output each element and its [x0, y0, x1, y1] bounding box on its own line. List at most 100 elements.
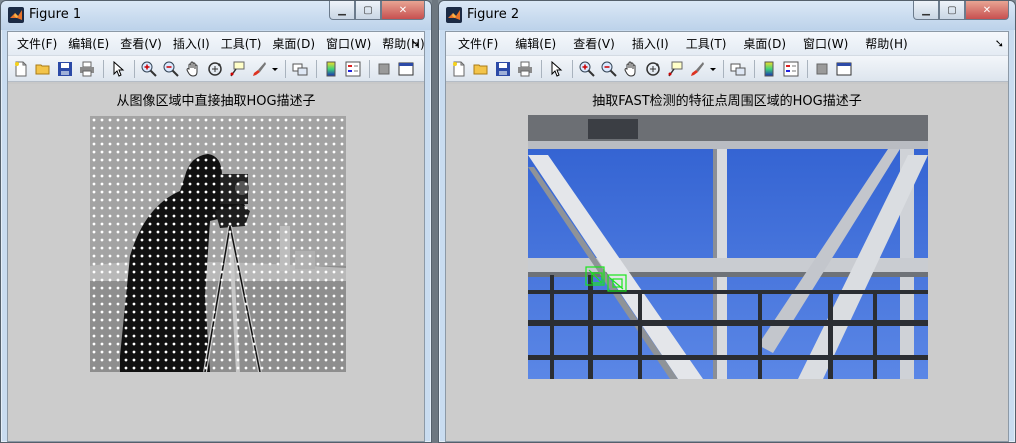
toolbar-separator [285, 59, 286, 78]
menu-desktop[interactable]: 桌面(D) [267, 35, 320, 52]
save-button[interactable] [493, 59, 513, 79]
minimize-button[interactable]: ▁ [329, 1, 355, 20]
show-plot-tools-icon [836, 62, 852, 75]
title-bar[interactable]: Figure 2 ▁ ▢ ✕ [439, 1, 1015, 30]
menu-insert[interactable]: 插入(I) [624, 35, 677, 52]
data-cursor-button[interactable] [665, 59, 685, 79]
colorbar-button[interactable] [321, 59, 341, 79]
legend-icon [345, 61, 361, 76]
menu-insert[interactable]: 插入(I) [168, 35, 215, 52]
legend-icon [783, 61, 799, 76]
bridge-fast-hog-image[interactable] [528, 115, 928, 379]
menu-window[interactable]: 窗口(W) [795, 35, 856, 52]
minimize-icon: ▁ [922, 4, 930, 16]
show-plot-tools-button[interactable] [834, 59, 854, 79]
brush-button[interactable] [687, 59, 707, 79]
pointer-button[interactable] [108, 59, 128, 79]
brush-icon [691, 61, 704, 76]
window-title: Figure 2 [467, 7, 520, 22]
zoom-in-icon [141, 61, 157, 77]
close-button[interactable]: ✕ [965, 1, 1009, 20]
maximize-button[interactable]: ▢ [939, 1, 965, 20]
zoom-out-button[interactable] [161, 59, 181, 79]
figure-canvas[interactable]: 从图像区域中直接抽取HOG描述子 [8, 84, 424, 441]
rotate-3d-icon [646, 61, 660, 76]
minimize-button[interactable]: ▁ [913, 1, 939, 20]
close-button[interactable]: ✕ [381, 1, 425, 20]
zoom-in-button[interactable] [577, 59, 597, 79]
toolbar-separator [572, 59, 573, 78]
open-file-icon [35, 64, 50, 74]
pan-button[interactable] [621, 59, 641, 79]
menu-view[interactable]: 查看(V) [115, 35, 167, 52]
print-icon [518, 61, 532, 76]
zoom-out-icon [601, 61, 617, 77]
pointer-button[interactable] [546, 59, 566, 79]
figure-canvas[interactable]: 抽取FAST检测的特征点周围区域的HOG描述子 [446, 84, 1008, 441]
pan-hand-icon [186, 60, 198, 77]
hide-plot-tools-button[interactable] [374, 59, 394, 79]
link-plot-icon [730, 63, 746, 75]
menu-view[interactable]: 查看(V) [565, 35, 623, 52]
desktop: Figure 1 ▁ ▢ ✕ 文件(F) 编辑(E) 查看(V) 插入(I) 工… [0, 0, 1016, 443]
hide-plot-tools-button[interactable] [812, 59, 832, 79]
brush-dropdown-button[interactable] [709, 59, 717, 79]
legend-button[interactable] [343, 59, 363, 79]
data-cursor-icon [668, 61, 683, 76]
pan-button[interactable] [183, 59, 203, 79]
colorbar-button[interactable] [759, 59, 779, 79]
link-plot-button[interactable] [290, 59, 310, 79]
open-file-button[interactable] [471, 59, 491, 79]
menu-tools[interactable]: 工具(T) [216, 35, 267, 52]
maximize-icon: ▢ [947, 4, 957, 16]
rotate-3d-button[interactable] [205, 59, 225, 79]
matlab-logo-icon [8, 7, 24, 23]
save-icon [496, 61, 510, 76]
new-figure-icon [453, 61, 465, 76]
brush-dropdown-button[interactable] [271, 59, 279, 79]
window-title: Figure 1 [29, 7, 82, 22]
toolbar-separator [754, 59, 755, 78]
new-figure-button[interactable] [11, 59, 31, 79]
rotate-3d-button[interactable] [643, 59, 663, 79]
matlab-logo-icon [446, 7, 462, 23]
chevron-down-icon [272, 67, 278, 71]
menu-edit[interactable]: 编辑(E) [507, 35, 564, 52]
figure-title: 抽取FAST检测的特征点周围区域的HOG描述子 [592, 94, 862, 109]
toolbar-separator [103, 59, 104, 78]
menu-file[interactable]: 文件(F) [12, 35, 62, 52]
menu-tools[interactable]: 工具(T) [678, 35, 735, 52]
print-button[interactable] [77, 59, 97, 79]
new-figure-button[interactable] [449, 59, 469, 79]
minimize-icon: ▁ [338, 4, 346, 16]
pointer-icon [551, 60, 563, 77]
print-button[interactable] [515, 59, 535, 79]
figure-toolbar [446, 56, 1008, 82]
show-plot-tools-button[interactable] [396, 59, 416, 79]
legend-button[interactable] [781, 59, 801, 79]
open-file-button[interactable] [33, 59, 53, 79]
brush-button[interactable] [249, 59, 269, 79]
save-button[interactable] [55, 59, 75, 79]
toolbar-separator [369, 59, 370, 78]
figure-toolbar [8, 56, 424, 82]
data-cursor-button[interactable] [227, 59, 247, 79]
menu-desktop[interactable]: 桌面(D) [735, 35, 794, 52]
maximize-icon: ▢ [363, 4, 373, 16]
chevron-down-icon [710, 67, 716, 71]
menu-overflow-icon[interactable]: ➘ [411, 37, 420, 50]
menu-overflow-icon[interactable]: ➘ [995, 37, 1004, 50]
menu-edit[interactable]: 编辑(E) [63, 35, 114, 52]
maximize-button[interactable]: ▢ [355, 1, 381, 20]
cameraman-hog-image[interactable] [90, 116, 346, 372]
menu-help[interactable]: 帮助(H) [377, 35, 429, 52]
link-plot-button[interactable] [728, 59, 748, 79]
menu-window[interactable]: 窗口(W) [321, 35, 376, 52]
menu-file[interactable]: 文件(F) [450, 35, 506, 52]
menu-help[interactable]: 帮助(H) [857, 35, 915, 52]
zoom-out-button[interactable] [599, 59, 619, 79]
title-bar[interactable]: Figure 1 ▁ ▢ ✕ [1, 1, 431, 30]
link-plot-icon [292, 63, 308, 75]
data-cursor-icon [230, 61, 245, 76]
zoom-in-button[interactable] [139, 59, 159, 79]
